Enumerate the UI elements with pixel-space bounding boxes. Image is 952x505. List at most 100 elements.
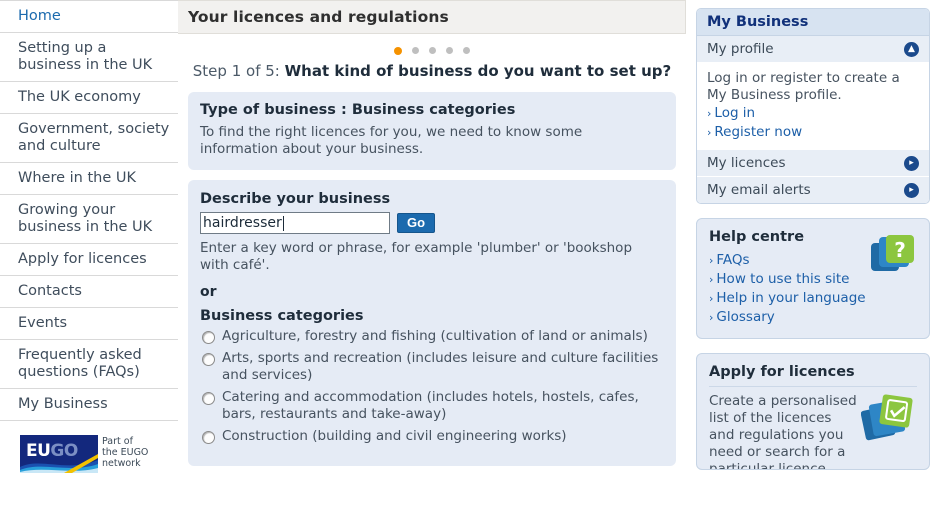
category-option-agriculture[interactable]: Agriculture, forestry and fishing (culti… (200, 328, 664, 345)
register-link[interactable]: › Register now (707, 123, 919, 142)
eugo-tagline-line2: the EUGO (102, 447, 149, 458)
sidebar-item-apply-for-licences[interactable]: Apply for licences (0, 244, 178, 276)
help-in-your-language-link[interactable]: › Help in your language (709, 289, 917, 308)
sidebar-item-label: The UK economy (18, 89, 141, 105)
radio-icon[interactable] (202, 331, 215, 344)
sidebar-item-label: Where in the UK (18, 170, 136, 186)
sidebar-item-growing-business[interactable]: Growing your business in the UK (0, 195, 178, 244)
my-business-body-wrap: Log in or register to create a My Busine… (697, 63, 929, 150)
licence-checklist-icon (861, 394, 913, 441)
business-description-value: hairdresser (203, 215, 282, 231)
category-option-arts[interactable]: Arts, sports and recreation (includes le… (200, 350, 664, 384)
step-dot-2 (411, 47, 419, 54)
my-licences-row[interactable]: My licences ▸ (697, 150, 929, 177)
glossary-link-label: Glossary (716, 309, 775, 325)
my-email-alerts-label: My email alerts (707, 182, 811, 198)
type-of-business-title: Type of business : Business categories (200, 102, 516, 118)
describe-search-row: hairdresser Go (200, 212, 664, 234)
eugo-tagline-line3: network (102, 458, 141, 469)
step-prefix: Step 1 of 5: (192, 62, 280, 80)
chevron-up-icon[interactable]: ▲ (904, 41, 919, 57)
right-sidebar: My Business My profile ▲ Log in or regis… (696, 8, 930, 484)
login-link-label: Log in (714, 105, 756, 121)
my-licences-label: My licences (707, 155, 786, 171)
sidebar-item-setting-up[interactable]: Setting up a business in the UK (0, 33, 178, 82)
sidebar-nav-list: Home Setting up a business in the UK The… (0, 0, 178, 421)
sidebar-item-label: Home (18, 8, 61, 24)
chevron-right-icon: › (707, 107, 712, 120)
page-title: Your licences and regulations (178, 0, 686, 34)
describe-business-title: Describe your business (200, 191, 391, 207)
faqs-link-label: FAQs (716, 252, 750, 268)
go-button[interactable]: Go (397, 213, 436, 233)
help-question-icon: ? (871, 235, 914, 271)
eugo-go-text: GO (50, 441, 78, 461)
my-profile-row[interactable]: My profile ▲ (697, 36, 929, 63)
sidebar-item-label: Contacts (18, 283, 82, 299)
sidebar-item-label: Government, society and culture (18, 121, 170, 154)
how-to-use-link-label: How to use this site (716, 271, 850, 287)
step-dot-4 (446, 47, 454, 54)
category-label: Agriculture, forestry and fishing (culti… (222, 328, 648, 344)
radio-icon[interactable] (202, 353, 215, 366)
sidebar-item-faqs[interactable]: Frequently asked questions (FAQs) (0, 340, 178, 389)
chevron-right-icon: › (709, 292, 714, 305)
chevron-right-icon[interactable]: ▸ (904, 155, 919, 171)
sidebar-item-events[interactable]: Events (0, 308, 178, 340)
category-option-construction[interactable]: Construction (building and civil enginee… (200, 428, 664, 445)
apply-for-licences-card: Apply for licences Create a personalised… (696, 353, 930, 470)
chevron-right-icon: › (709, 254, 714, 267)
eugo-logo[interactable]: EUGO Part of the EUGO network (20, 435, 168, 473)
step-indicator (178, 34, 686, 60)
svg-text:?: ? (894, 238, 906, 262)
step-dot-5 (463, 47, 471, 54)
my-profile-label: My profile (707, 41, 774, 57)
text-caret (282, 215, 284, 231)
radio-icon[interactable] (202, 431, 215, 444)
eugo-tagline: Part of the EUGO network (102, 436, 148, 469)
chevron-right-icon[interactable]: ▸ (904, 182, 919, 198)
step-heading: Step 1 of 5: What kind of business do yo… (178, 60, 686, 92)
sidebar-item-label: My Business (18, 396, 108, 412)
category-label: Catering and accommodation (includes hot… (222, 389, 639, 422)
sidebar-item-home[interactable]: Home (0, 0, 178, 33)
category-option-catering[interactable]: Catering and accommodation (includes hot… (200, 389, 664, 423)
sidebar-item-label: Events (18, 315, 68, 331)
sidebar-item-my-business[interactable]: My Business (0, 389, 178, 421)
business-description-input[interactable]: hairdresser (200, 212, 390, 234)
eugo-logo-mark: EUGO (20, 435, 98, 473)
or-separator: or (200, 284, 217, 300)
eugo-tagline-line1: Part of (102, 436, 133, 447)
eugo-eu-text: EU (26, 441, 51, 461)
describe-hint: Enter a key word or phrase, for example … (200, 240, 633, 273)
apply-licences-body: Create a personalised list of the licenc… (709, 393, 857, 470)
eugo-wordmark: EUGO (26, 441, 78, 461)
sidebar-item-label: Setting up a business in the UK (18, 40, 153, 73)
type-of-business-panel: Type of business : Business categories T… (188, 92, 676, 170)
page-root: Home Setting up a business in the UK The… (0, 0, 952, 505)
help-language-link-label: Help in your language (716, 290, 866, 306)
chevron-right-icon: › (709, 273, 714, 286)
left-sidebar: Home Setting up a business in the UK The… (0, 0, 178, 505)
login-link[interactable]: › Log in (707, 104, 919, 123)
sidebar-item-label: Frequently asked questions (FAQs) (18, 347, 142, 380)
sidebar-item-contacts[interactable]: Contacts (0, 276, 178, 308)
sidebar-item-where-in-uk[interactable]: Where in the UK (0, 163, 178, 195)
help-centre-card: ? Help centre › FAQs › How to use this sit… (696, 218, 930, 339)
chevron-right-icon: › (707, 126, 712, 139)
sidebar-item-label: Growing your business in the UK (18, 202, 153, 235)
chevron-right-icon: › (709, 311, 714, 324)
sidebar-item-uk-economy[interactable]: The UK economy (0, 82, 178, 114)
radio-icon[interactable] (202, 392, 215, 405)
type-of-business-body: To find the right licences for you, we n… (200, 124, 583, 157)
my-business-title: My Business (697, 9, 929, 36)
category-label: Construction (building and civil enginee… (222, 428, 567, 444)
step-dot-3 (429, 47, 436, 54)
step-dot-1 (393, 46, 402, 55)
my-email-alerts-row[interactable]: My email alerts ▸ (697, 177, 929, 203)
sidebar-item-government[interactable]: Government, society and culture (0, 114, 178, 163)
register-link-label: Register now (714, 124, 803, 140)
sidebar-item-label: Apply for licences (18, 251, 147, 267)
step-question: What kind of business do you want to set… (284, 62, 672, 80)
glossary-link[interactable]: › Glossary (709, 308, 917, 327)
